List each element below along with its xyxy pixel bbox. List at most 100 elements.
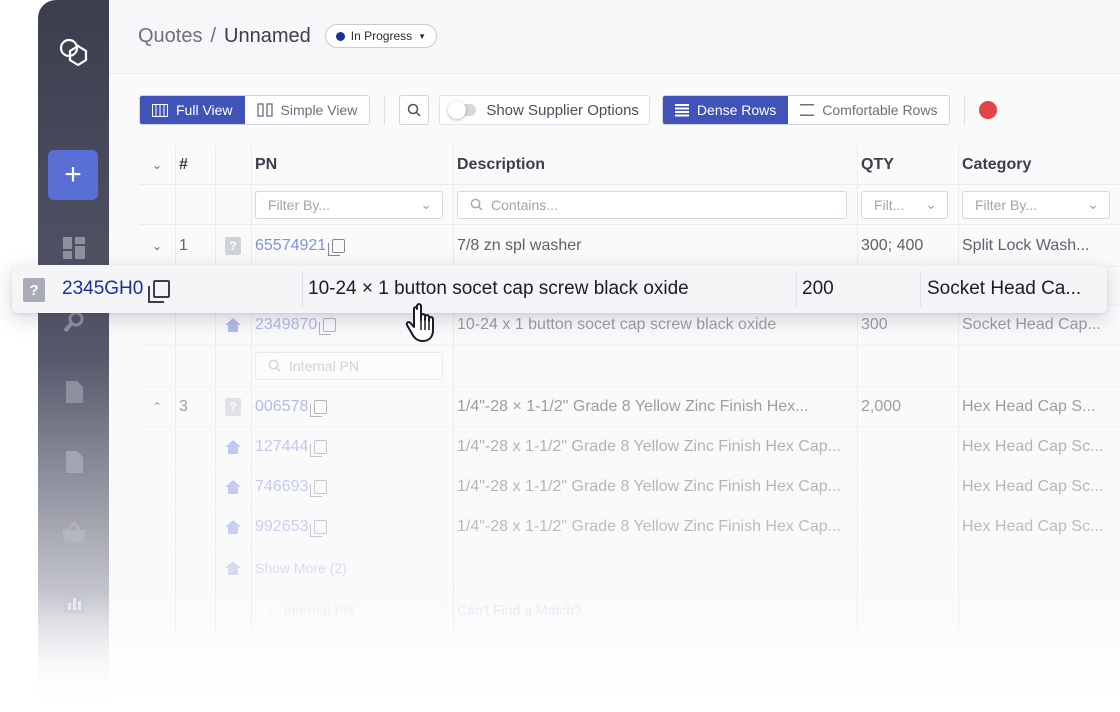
add-row-label: Add Row <box>167 681 224 697</box>
breadcrumb: Quotes / Unnamed In Progress ▼ <box>138 24 438 48</box>
chevron-down-icon: ⌄ <box>925 196 937 212</box>
collapse-all-icon[interactable]: ⌄ <box>139 145 175 184</box>
supplier-options-toggle[interactable]: Show Supplier Options <box>439 95 650 125</box>
copy-icon[interactable] <box>310 439 328 457</box>
comfortable-rows-label: Comfortable Rows <box>822 102 938 118</box>
show-more-row: Show More (2) <box>139 547 1120 589</box>
search-icon: ⌕ <box>268 601 276 617</box>
copy-icon[interactable] <box>310 479 328 497</box>
internal-pn-input[interactable]: ⌕ Internal PN <box>255 595 443 624</box>
col-header-category[interactable]: Category <box>958 145 1120 184</box>
show-more-link[interactable]: Show More (2) <box>255 560 347 576</box>
add-row[interactable]: Add Row <box>139 671 1120 707</box>
sidebar: + <box>38 0 109 712</box>
pn-cell: 746693 <box>251 467 453 506</box>
pn-link[interactable]: 127444 <box>255 438 308 456</box>
category-cell: Hex Head Cap Sc... <box>962 517 1104 535</box>
toggle-switch[interactable] <box>448 101 477 119</box>
col-header-num: # <box>179 155 188 173</box>
qty-filter-select[interactable]: Filt... ⌄ <box>861 190 948 219</box>
table-row <box>139 631 1120 671</box>
status-dot-icon <box>335 31 345 41</box>
breadcrumb-separator: / <box>210 24 217 47</box>
logo-icon[interactable] <box>38 34 109 70</box>
dashboard-icon[interactable] <box>38 236 109 260</box>
pn-link[interactable]: 65574921 <box>255 237 326 255</box>
header-bar: Quotes / Unnamed In Progress ▼ <box>109 0 1120 74</box>
alert-icon[interactable] <box>979 101 998 119</box>
highlighted-row-card[interactable]: ? 2345GH0 10-24 × 1 button socet cap scr… <box>12 265 1107 313</box>
comfortable-rows-button[interactable]: Comfortable Rows <box>788 96 949 124</box>
category-filter-select[interactable]: Filter By... ⌄ <box>962 190 1110 219</box>
qty-cell: 300; 400 <box>861 236 924 254</box>
search-button[interactable] <box>399 95 430 125</box>
toolbar: Full View Simple View Show Supplier Opti… <box>139 94 998 126</box>
highlight-pn-link[interactable]: 2345GH0 <box>62 278 143 300</box>
pn-cell: 006578 <box>251 387 453 426</box>
internal-pn-row: Internal PN <box>139 345 1120 387</box>
pn-filter-cell: Filter By... ⌄ <box>251 185 453 224</box>
table-row[interactable]: 992653 1/4"-28 x 1-1/2" Grade 8 Yellow Z… <box>139 507 1120 547</box>
copy-icon[interactable] <box>148 280 171 303</box>
divider <box>384 95 386 125</box>
document-icon[interactable] <box>38 380 109 404</box>
row-number: 1 <box>179 236 188 254</box>
table-row[interactable]: ⌃ 3 ? 006578 1/4"-28 × 1-1/2" Grade 8 Ye… <box>139 387 1120 427</box>
search-icon[interactable] <box>38 310 109 334</box>
unknown-part-icon: ? <box>215 225 251 266</box>
table-row[interactable]: 746693 1/4"-28 x 1-1/2" Grade 8 Yellow Z… <box>139 467 1120 507</box>
category-filter-cell: Filter By... ⌄ <box>958 185 1120 224</box>
copy-icon[interactable] <box>310 399 328 417</box>
status-dropdown[interactable]: In Progress ▼ <box>324 24 438 48</box>
divider <box>302 271 303 307</box>
chart-icon[interactable] <box>38 592 109 614</box>
full-view-label: Full View <box>176 102 233 118</box>
collapse-row-icon[interactable]: ⌄ <box>139 225 175 266</box>
table-row[interactable]: ⌄ 1 ? 65574921 7/8 zn spl washer 300; 40… <box>139 225 1120 267</box>
internal-pn-cell: ⌕ Internal PN <box>251 589 453 630</box>
dense-rows-button[interactable]: Dense Rows <box>662 96 789 124</box>
description-filter-cell: Contains... <box>453 185 857 224</box>
copy-icon[interactable] <box>328 238 346 256</box>
file-icon[interactable] <box>38 450 109 474</box>
dense-rows-label: Dense Rows <box>696 102 777 118</box>
density-toggle: Dense Rows Comfortable Rows <box>661 95 951 125</box>
cant-find-link[interactable]: Can't Find a Match? <box>457 602 582 618</box>
col-header-pn[interactable]: PN <box>251 145 453 184</box>
pn-link[interactable]: 746693 <box>255 478 308 496</box>
table-row[interactable]: 127444 1/4"-28 x 1-1/2" Grade 8 Yellow Z… <box>139 427 1120 467</box>
full-view-button[interactable]: Full View <box>140 96 245 124</box>
category-cell: Hex Head Cap Sc... <box>962 437 1104 455</box>
row-number: 3 <box>179 397 188 415</box>
basket-icon[interactable] <box>38 522 109 544</box>
description-filter-input[interactable]: Contains... <box>457 190 847 219</box>
divider <box>796 271 797 307</box>
category-filter-placeholder: Filter By... <box>975 196 1037 213</box>
internal-pn-input[interactable]: Internal PN <box>255 351 443 380</box>
breadcrumb-root[interactable]: Quotes <box>138 25 202 48</box>
col-header-qty[interactable]: QTY <box>857 145 958 184</box>
copy-icon[interactable] <box>310 519 328 537</box>
highlight-pn-cell: 2345GH0 <box>62 265 171 313</box>
col-header-description[interactable]: Description <box>453 145 857 184</box>
simple-view-button[interactable]: Simple View <box>245 96 370 124</box>
main-area: Quotes / Unnamed In Progress ▼ Full View… <box>109 0 1120 712</box>
chevron-down-icon: ▼ <box>418 31 427 41</box>
pn-link[interactable]: 2349870 <box>255 316 317 334</box>
pn-filter-select[interactable]: Filter By... ⌄ <box>255 190 443 219</box>
split-columns-icon <box>256 103 273 117</box>
pn-cell: 127444 <box>251 427 453 466</box>
breadcrumb-current: Unnamed <box>224 24 311 47</box>
simple-view-label: Simple View <box>280 102 358 118</box>
description-filter-placeholder: Contains... <box>491 196 558 213</box>
internal-pn-cell: Internal PN <box>251 345 453 386</box>
add-icon[interactable]: + <box>48 150 98 200</box>
copy-icon[interactable] <box>319 317 337 335</box>
expand-row-icon[interactable]: ⌃ <box>139 387 175 426</box>
pn-link[interactable]: 992653 <box>255 518 308 536</box>
pn-link[interactable]: 006578 <box>255 398 308 416</box>
columns-icon <box>152 103 168 117</box>
category-cell: Hex Head Cap S... <box>962 397 1096 415</box>
show-more-cell: Show More (2) <box>251 547 453 588</box>
cant-find-cell: Can't Find a Match? <box>453 589 857 630</box>
